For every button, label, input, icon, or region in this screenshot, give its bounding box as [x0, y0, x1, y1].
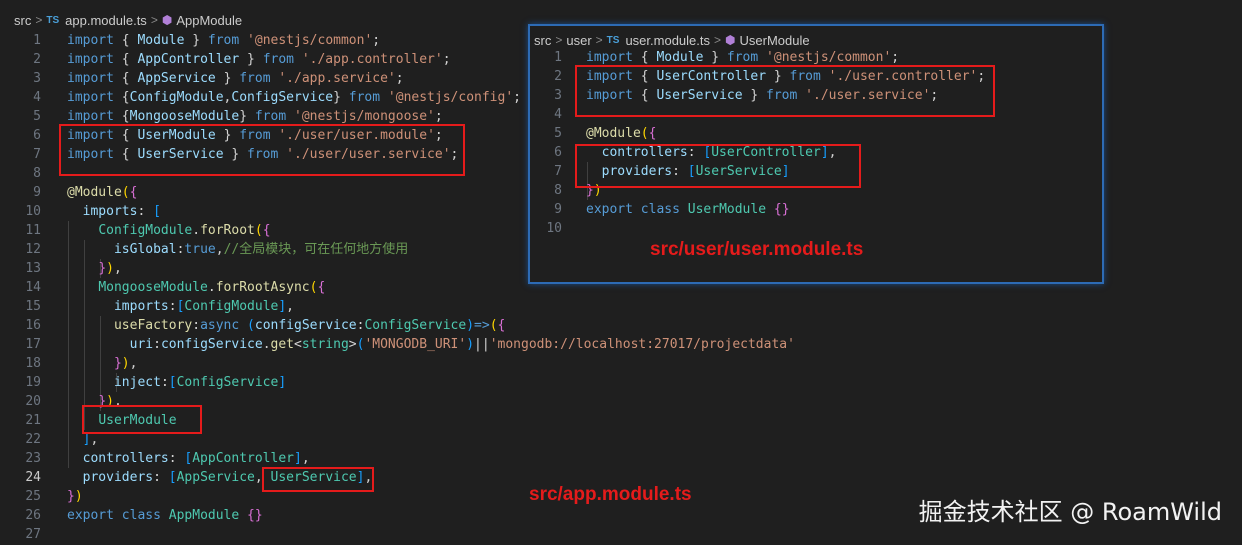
line-number: 6: [33, 128, 41, 143]
class-symbol-icon: ⬢: [725, 33, 736, 47]
breadcrumb-symbol[interactable]: UserModule: [740, 33, 810, 48]
line-number: 6: [554, 145, 562, 160]
typescript-file-icon: TS: [606, 34, 620, 46]
line-number: 5: [554, 126, 562, 141]
line-number: 3: [554, 88, 562, 103]
breadcrumb-folder[interactable]: src: [534, 33, 551, 48]
line-number: 1: [554, 50, 562, 65]
code-text[interactable]: imports:[ConfigModule],: [67, 297, 294, 316]
code-text[interactable]: controllers: [AppController],: [67, 449, 310, 468]
line-number: 13: [25, 261, 41, 276]
chevron-right-icon: >: [35, 13, 43, 27]
breadcrumb-subfolder[interactable]: user: [566, 33, 591, 48]
breadcrumb-symbol[interactable]: AppModule: [176, 13, 242, 28]
line-number: 1: [33, 33, 41, 48]
line-number: 2: [554, 69, 562, 84]
code-text[interactable]: MongooseModule.forRootAsync({: [67, 278, 325, 297]
code-line[interactable]: 15 imports:[ConfigModule],: [0, 297, 1000, 316]
code-text[interactable]: inject:[ConfigService]: [67, 373, 286, 392]
breadcrumb: src > user > TS user.module.ts > ⬢ UserM…: [530, 30, 810, 50]
line-number: 14: [25, 280, 41, 295]
line-number: 4: [33, 90, 41, 105]
line-number: 27: [25, 527, 41, 542]
code-text[interactable]: export class AppModule {}: [67, 506, 263, 525]
line-number: 25: [25, 489, 41, 504]
line-number: 16: [25, 318, 41, 333]
line-number: 9: [33, 185, 41, 200]
caption-app-module: src/app.module.ts: [529, 484, 692, 505]
code-line[interactable]: 26 export class AppModule {}: [0, 506, 1000, 525]
line-number: 23: [25, 451, 41, 466]
breadcrumb: src > TS app.module.ts > ⬢ AppModule: [0, 10, 242, 30]
code-text[interactable]: @Module({: [586, 124, 656, 143]
breadcrumb-file[interactable]: user.module.ts: [625, 33, 710, 48]
code-line[interactable]: 19 inject:[ConfigService]: [0, 373, 1000, 392]
caption-user-module: src/user/user.module.ts: [650, 239, 864, 260]
line-number: 7: [554, 164, 562, 179]
code-text[interactable]: ConfigModule.forRoot({: [67, 221, 270, 240]
code-line[interactable]: 10: [530, 219, 1242, 238]
code-line[interactable]: 17 uri:configService.get<string>('MONGOD…: [0, 335, 1000, 354]
line-number: 11: [25, 223, 41, 238]
highlight-box-userservice: [262, 467, 374, 492]
line-number: 15: [25, 299, 41, 314]
code-line[interactable]: 18 }),: [0, 354, 1000, 373]
line-number: 9: [554, 202, 562, 217]
line-number: 12: [25, 242, 41, 257]
code-text[interactable]: import {ConfigModule,ConfigService} from…: [67, 88, 521, 107]
code-text[interactable]: }),: [67, 354, 137, 373]
code-line[interactable]: 24 providers: [AppService, UserService],: [0, 468, 1000, 487]
line-number: 3: [33, 71, 41, 86]
code-text[interactable]: }),: [67, 259, 121, 278]
line-number: 21: [25, 413, 41, 428]
code-text[interactable]: import { AppController } from './app.con…: [67, 50, 451, 69]
breadcrumb-folder[interactable]: src: [14, 13, 31, 28]
code-text[interactable]: uri:configService.get<string>('MONGODB_U…: [67, 335, 795, 354]
code-text[interactable]: isGlobal:true,//全局模块，可在任何地方使用: [67, 240, 408, 259]
code-line[interactable]: 27: [0, 525, 1000, 544]
line-number: 18: [25, 356, 41, 371]
line-number: 10: [546, 221, 562, 236]
highlight-box-usermodule: [82, 405, 202, 434]
user-module-panel: src > user > TS user.module.ts > ⬢ UserM…: [528, 24, 1104, 284]
chevron-right-icon: >: [150, 13, 158, 27]
code-line[interactable]: 9 export class UserModule {}: [530, 200, 1242, 219]
line-number: 26: [25, 508, 41, 523]
line-number: 22: [25, 432, 41, 447]
code-text[interactable]: useFactory:async (configService:ConfigSe…: [67, 316, 505, 335]
watermark: 掘金技术社区 @ RoamWild: [918, 498, 1222, 526]
line-number: 24: [25, 470, 41, 485]
highlight-box-user-imports: [59, 124, 465, 176]
code-line[interactable]: 23 controllers: [AppController],: [0, 449, 1000, 468]
line-number: 10: [25, 204, 41, 219]
line-number: 20: [25, 394, 41, 409]
line-number: 19: [25, 375, 41, 390]
line-number: 4: [554, 107, 562, 122]
code-line[interactable]: 5 @Module({: [530, 124, 1242, 143]
highlight-box-user-imports: [575, 65, 995, 117]
chevron-right-icon: >: [595, 33, 603, 47]
code-text[interactable]: }): [67, 487, 83, 506]
line-number: 8: [33, 166, 41, 181]
code-text[interactable]: import { AppService } from './app.servic…: [67, 69, 404, 88]
code-text[interactable]: import { Module } from '@nestjs/common';: [67, 31, 380, 50]
line-number: 8: [554, 183, 562, 198]
line-number: 5: [33, 109, 41, 124]
code-text[interactable]: imports: [: [67, 202, 161, 221]
code-text[interactable]: @Module({: [67, 183, 137, 202]
class-symbol-icon: ⬢: [161, 13, 173, 27]
line-number: 2: [33, 52, 41, 67]
chevron-right-icon: >: [714, 33, 722, 47]
code-line[interactable]: 16 useFactory:async (configService:Confi…: [0, 316, 1000, 335]
highlight-box-controllers-providers: [575, 144, 861, 188]
line-number: 17: [25, 337, 41, 352]
breadcrumb-file[interactable]: app.module.ts: [65, 13, 147, 28]
code-line[interactable]: 25}): [0, 487, 1000, 506]
code-text[interactable]: export class UserModule {}: [586, 200, 790, 219]
typescript-file-icon: TS: [46, 14, 60, 26]
line-number: 7: [33, 147, 41, 162]
chevron-right-icon: >: [555, 33, 563, 47]
